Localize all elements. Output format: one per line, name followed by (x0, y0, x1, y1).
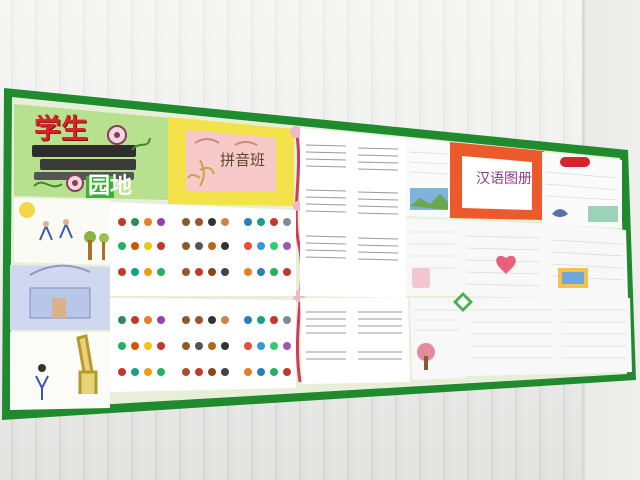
banner-title-line1: 学生 (34, 114, 88, 145)
banner-title-line2: 园地 (88, 174, 133, 199)
hanyu-card-title: 汉语图册 (476, 171, 532, 187)
pink-sticker (412, 268, 430, 288)
grid-sheet-6 (556, 298, 632, 374)
pinyin-card-title: 拼音班 (220, 151, 266, 169)
red-label (560, 157, 590, 167)
vocab-sheet-top (110, 202, 296, 296)
text-sheet-2 (300, 298, 410, 384)
bulletin-board (2, 88, 636, 420)
book-1 (32, 145, 136, 157)
sun (19, 202, 35, 218)
color-drawing-2 (588, 206, 618, 222)
text-sheet-1 (300, 128, 406, 298)
book-2 (40, 159, 136, 170)
tree-2 (99, 233, 109, 243)
